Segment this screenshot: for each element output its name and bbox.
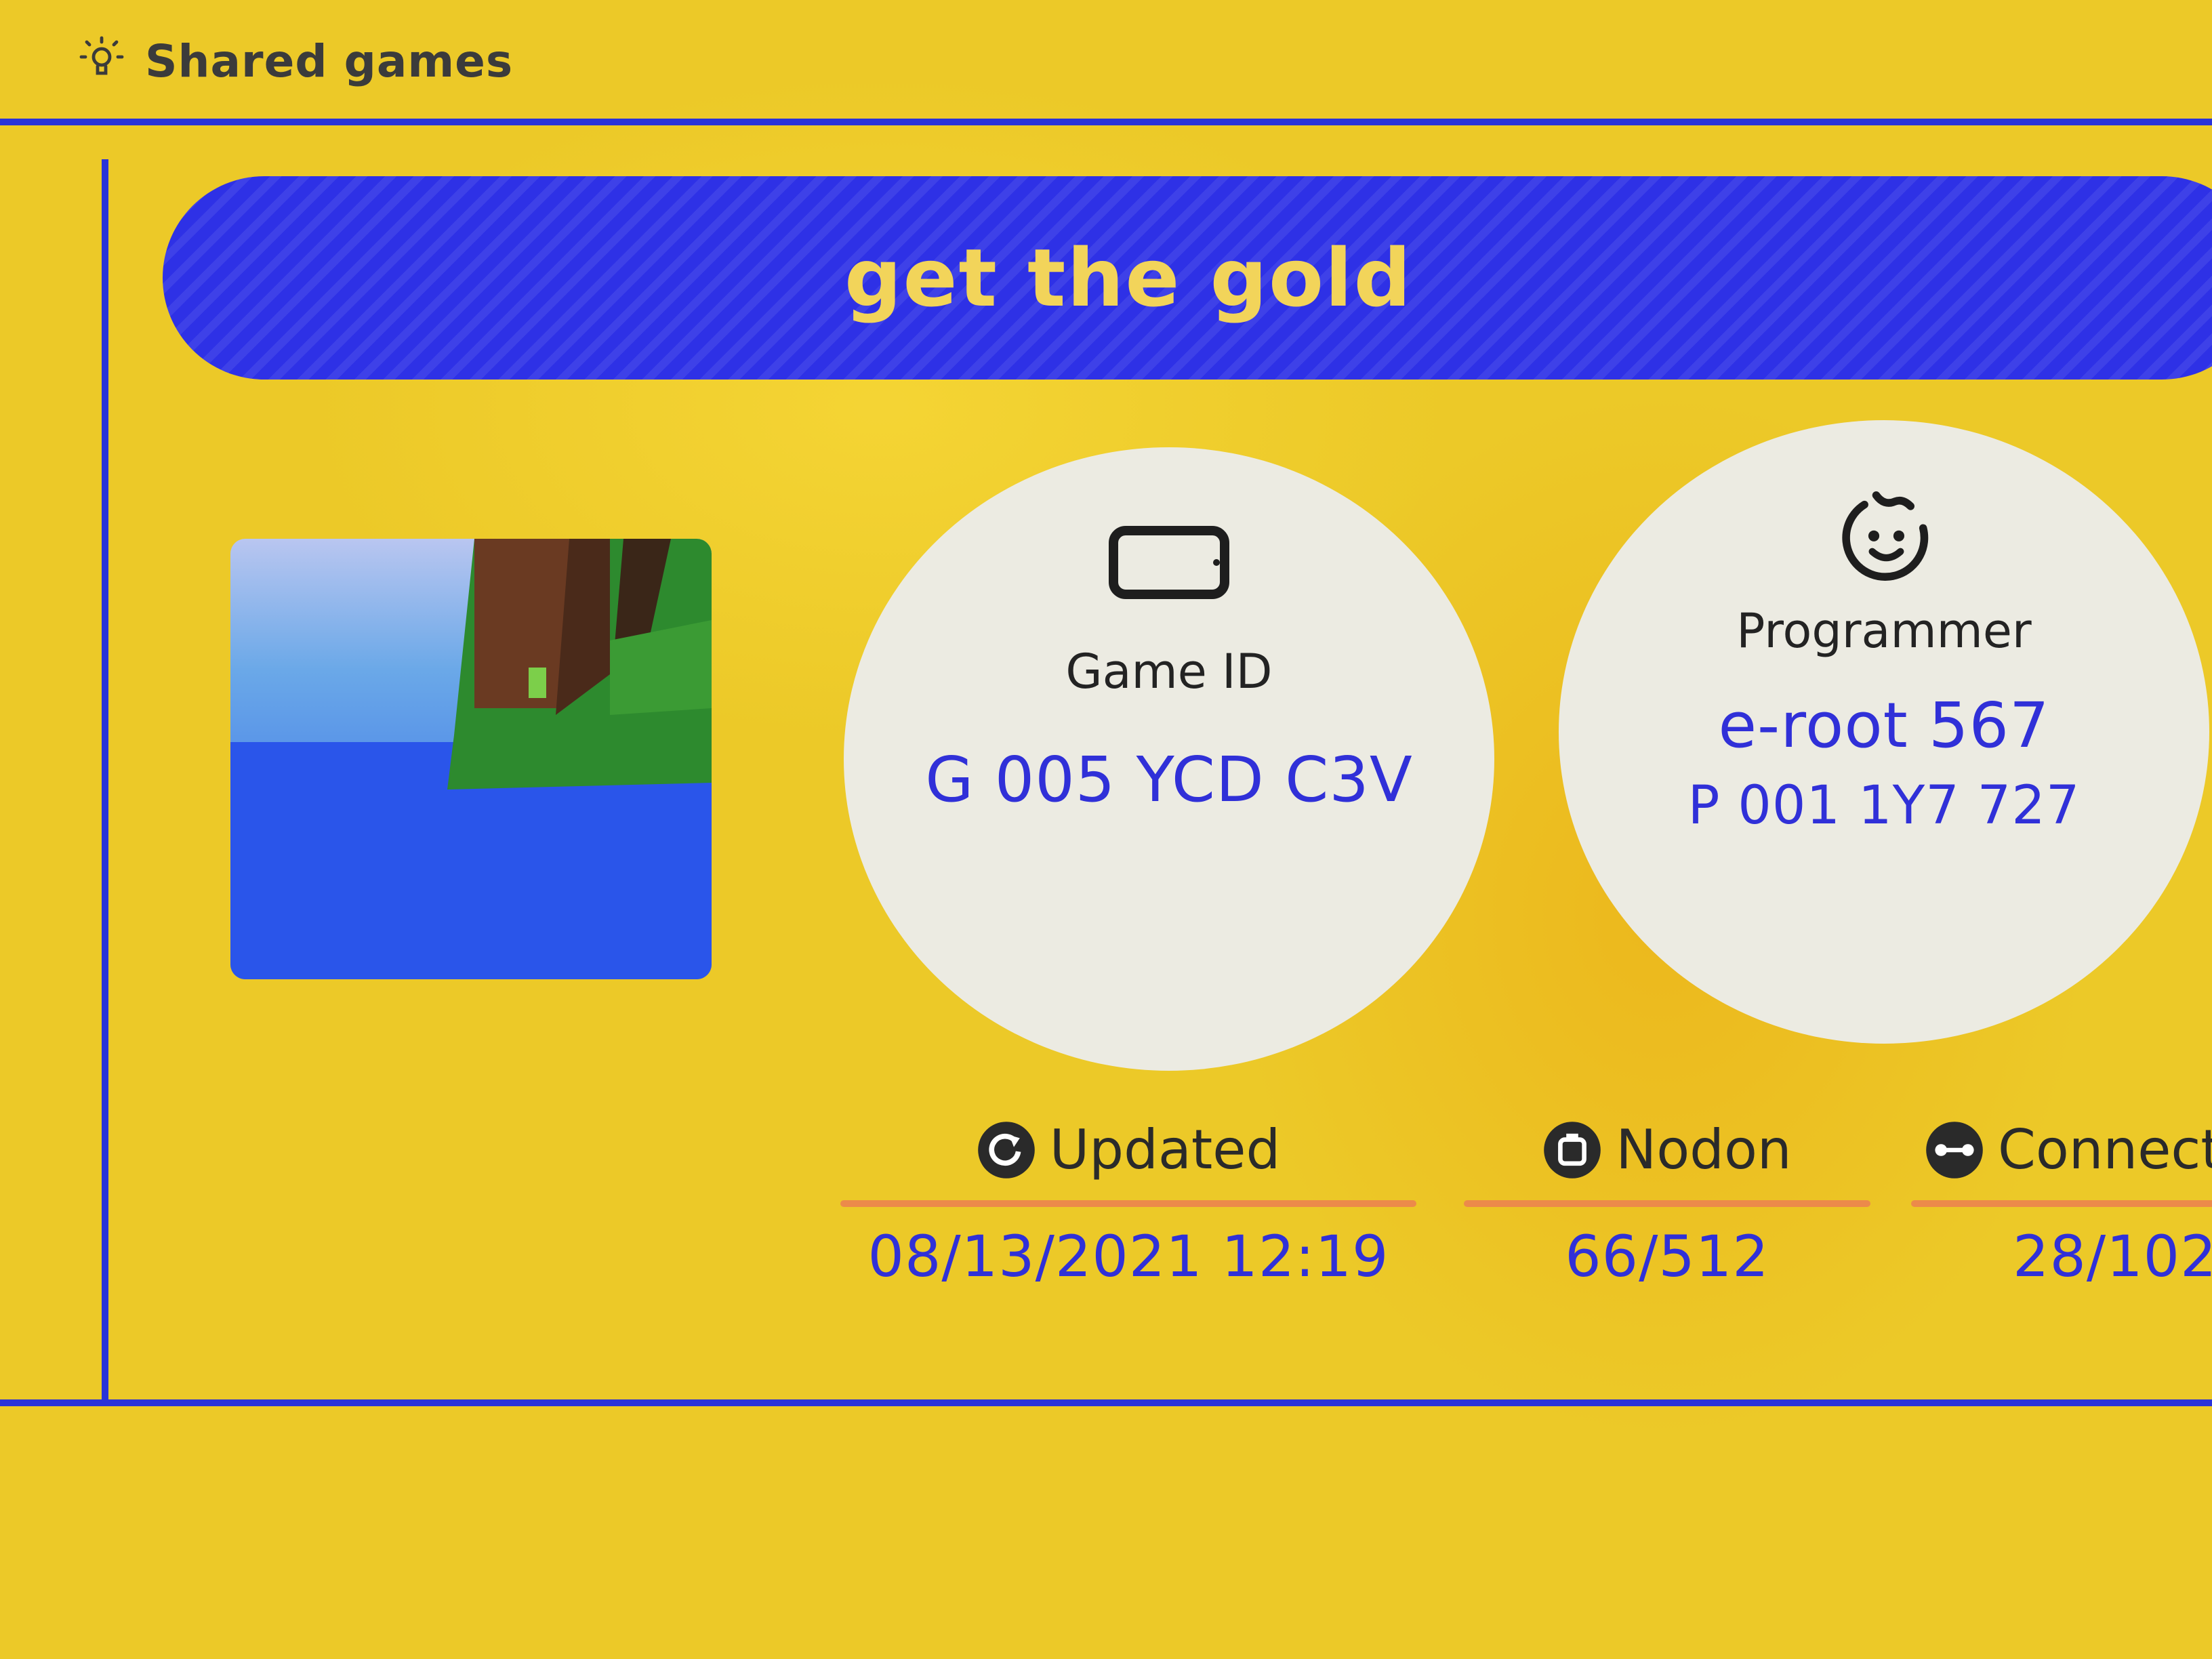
- programmer-name[interactable]: e-root 567: [1718, 689, 2049, 762]
- nodon-value: 66/512: [1565, 1223, 1769, 1290]
- nodon-label: Nodon: [1616, 1118, 1792, 1181]
- nodon-icon: [1544, 1121, 1601, 1179]
- connection-icon: [1926, 1121, 1983, 1179]
- page-header: Shared games: [75, 20, 513, 102]
- stat-connections: Connecti 28/1024: [1911, 1118, 2212, 1290]
- page-title: Shared games: [145, 35, 514, 87]
- updated-label: Updated: [1049, 1118, 1281, 1181]
- connections-value: 28/1024: [2013, 1223, 2212, 1290]
- card-border: [102, 159, 108, 1406]
- game-thumbnail: [230, 539, 712, 979]
- programmer-label: Programmer: [1736, 603, 2032, 659]
- game-title-bar: get the gold: [163, 176, 2212, 380]
- lightbulb-icon: [79, 36, 124, 75]
- refresh-icon: [977, 1121, 1035, 1179]
- face-icon: [1842, 491, 1929, 581]
- game-title: get the gold: [844, 231, 1412, 325]
- stat-updated: Updated 08/13/2021 12:19: [840, 1118, 1416, 1290]
- console-icon: [1109, 526, 1229, 599]
- stat-nodon: Nodon 66/512: [1464, 1118, 1870, 1290]
- updated-value: 08/13/2021 12:19: [867, 1223, 1389, 1290]
- game-id-panel: Game ID G 005 YCD C3V: [844, 447, 1494, 1071]
- divider: [1464, 1200, 1870, 1207]
- divider: [840, 1200, 1416, 1207]
- game-id-value[interactable]: G 005 YCD C3V: [925, 743, 1413, 816]
- programmer-panel: Programmer e-root 567 P 001 1Y7 727: [1559, 420, 2209, 1044]
- game-id-label: Game ID: [1065, 644, 1273, 699]
- connections-label: Connecti: [1998, 1118, 2212, 1181]
- programmer-id[interactable]: P 001 1Y7 727: [1687, 775, 2080, 836]
- divider: [1911, 1200, 2212, 1207]
